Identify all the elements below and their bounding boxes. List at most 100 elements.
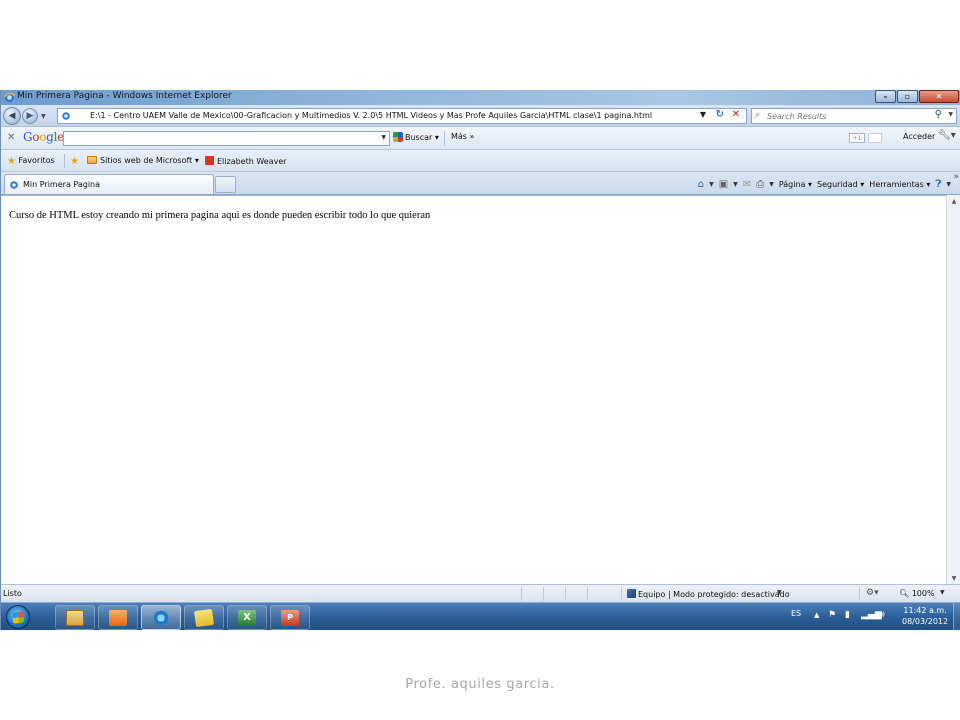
excel-icon: X xyxy=(238,609,256,626)
help-icon[interactable]: ❓︎ xyxy=(935,179,941,190)
language-indicator[interactable]: ES xyxy=(791,609,801,618)
scroll-down-icon[interactable]: ▼ xyxy=(949,575,959,582)
command-bar: ⌂ ▼ ▣ ▼ ✉ ⎙ ▼ Página ▾ Seguridad ▾ Herramie… xyxy=(697,178,951,190)
star-icon: ★ xyxy=(7,156,16,167)
divider xyxy=(587,587,588,601)
buscar-button[interactable]: Buscar ▾ xyxy=(393,132,439,142)
history-dropdown-icon[interactable]: ▼ xyxy=(41,113,46,120)
search-input[interactable] xyxy=(767,110,927,122)
page-content: Curso de HTML estoy creando mi primera p… xyxy=(1,195,947,584)
google-search-input[interactable]: ▼ xyxy=(63,131,390,146)
address-bar[interactable]: E:\1 - Centro UAEM Valle de Mexico\00-Gr… xyxy=(57,108,747,124)
security-icon[interactable]: ⚙▾ xyxy=(866,588,879,598)
divider xyxy=(859,587,860,601)
close-button[interactable]: ✕ xyxy=(919,90,959,103)
tab-row: Min Primera Pagina ⌂ ▼ ▣ ▼ ✉ ⎙ ▼ Página ▾ S… xyxy=(1,172,960,195)
slide: Min Primera Pagina - Windows Internet Ex… xyxy=(0,0,960,720)
scroll-up-icon[interactable]: ▲ xyxy=(949,198,959,205)
system-tray: ES ▲ ⚑ ▮ ▂▄▆ 🔊︎ 11:42 a.m. 08/03/2012 xyxy=(781,603,960,630)
taskbar-powerpoint[interactable]: P xyxy=(270,605,310,630)
windows-explorer-icon xyxy=(66,609,84,626)
zone-dropdown-icon[interactable]: ▼ xyxy=(777,589,782,596)
favorites-button[interactable]: ★ Favoritos xyxy=(7,156,55,167)
divider xyxy=(621,587,622,601)
favorite-link-elizabeth-weaver[interactable]: Elizabeth Weaver xyxy=(205,156,287,166)
forward-button[interactable]: ▶ xyxy=(22,108,38,124)
screenshot: Min Primera Pagina - Windows Internet Ex… xyxy=(0,90,960,630)
divider xyxy=(521,587,522,601)
search-icon[interactable]: ⚲ xyxy=(935,109,942,120)
page-ie-icon xyxy=(62,112,70,120)
status-text: Listo xyxy=(3,589,22,598)
mail-icon[interactable]: ✉ xyxy=(743,179,751,190)
url-text[interactable]: E:\1 - Centro UAEM Valle de Mexico\00-Gr… xyxy=(90,111,652,120)
taskbar-internet-explorer[interactable] xyxy=(141,605,181,630)
power-icon[interactable]: ▮ xyxy=(845,610,850,620)
chevron-down-icon[interactable]: ▼ xyxy=(381,134,386,141)
zoom-dropdown-icon[interactable]: ▼ xyxy=(940,589,945,596)
more-commands-icon[interactable]: » xyxy=(953,172,959,182)
sticky-notes-icon xyxy=(193,608,215,627)
search-box[interactable]: ⌕ ⚲ ▼ xyxy=(751,108,957,124)
back-button[interactable]: ◀ xyxy=(3,107,21,125)
divider xyxy=(64,154,65,168)
media-player-icon xyxy=(109,609,127,626)
zoom-level[interactable]: 🔍︎ 100% xyxy=(899,589,935,598)
favorites-bar: ★ Favoritos ★ Sitios web de Microsoft ▾ … xyxy=(1,150,960,172)
maximize-button[interactable]: ▫ xyxy=(897,90,918,103)
close-toolbar-icon[interactable]: ✕ xyxy=(7,132,15,143)
search-provider-icon: ⌕ xyxy=(755,110,761,120)
taskbar-explorer[interactable] xyxy=(55,605,95,630)
start-button[interactable] xyxy=(6,605,30,629)
page-body-text: Curso de HTML estoy creando mi primera p… xyxy=(9,210,431,221)
page-ie-icon xyxy=(10,181,18,189)
feeds-icon[interactable]: ▣ xyxy=(719,179,728,190)
vertical-scrollbar[interactable]: ▲ ▼ xyxy=(946,195,960,584)
wrench-icon[interactable]: 🔧︎▾ xyxy=(938,130,956,141)
mas-button[interactable]: Más » xyxy=(451,132,474,141)
internet-explorer-icon xyxy=(4,92,15,103)
taskbar-sticky-notes[interactable] xyxy=(184,605,224,630)
stop-icon[interactable]: ✕ xyxy=(732,109,740,120)
address-dropdown-icon[interactable]: ▼ xyxy=(700,110,706,119)
volume-icon[interactable]: 🔊︎ xyxy=(879,610,885,620)
clock[interactable]: 11:42 a.m. 08/03/2012 xyxy=(902,605,948,627)
minimize-button[interactable]: – xyxy=(875,90,896,103)
acceder-button[interactable]: Acceder xyxy=(903,132,935,141)
seguridad-menu[interactable]: Seguridad ▾ xyxy=(817,180,864,189)
taskbar: X P ES ▲ ⚑ ▮ ▂▄▆ 🔊︎ 11:42 a.m. 08/03/2012 xyxy=(1,602,960,630)
new-tab-button[interactable] xyxy=(215,176,236,193)
window-title: Min Primera Pagina - Windows Internet Ex… xyxy=(17,91,232,101)
google-logo[interactable]: Google xyxy=(23,130,64,144)
share-button[interactable] xyxy=(868,133,882,143)
slide-caption: Profe. aquiles garcia. xyxy=(405,677,555,692)
home-icon[interactable]: ⌂ xyxy=(698,179,704,190)
refresh-icon[interactable]: ↻ xyxy=(716,109,724,120)
divider xyxy=(543,587,544,601)
plus-one-button[interactable]: +1 xyxy=(849,133,865,143)
pagina-menu[interactable]: Página ▾ xyxy=(779,180,812,189)
google-icon xyxy=(393,132,403,142)
show-desktop-button[interactable] xyxy=(953,603,960,630)
title-bar[interactable]: Min Primera Pagina - Windows Internet Ex… xyxy=(1,90,960,105)
herramientas-menu[interactable]: Herramientas ▾ xyxy=(869,180,930,189)
window-controls: – ▫ ✕ xyxy=(874,90,959,104)
status-bar: Listo Equipo | Modo protegido: desactiva… xyxy=(1,584,960,602)
security-zone[interactable]: Equipo | Modo protegido: desactivado xyxy=(627,589,790,599)
taskbar-excel[interactable]: X xyxy=(227,605,267,630)
favorite-link-microsoft[interactable]: Sitios web de Microsoft ▾ xyxy=(87,156,199,165)
tab-min-primera-pagina[interactable]: Min Primera Pagina xyxy=(4,174,214,194)
tab-label: Min Primera Pagina xyxy=(23,180,101,189)
show-hidden-icons-icon[interactable]: ▲ xyxy=(814,611,819,619)
taskbar-media-player[interactable] xyxy=(98,605,138,630)
divider xyxy=(444,131,445,146)
folder-icon xyxy=(87,156,97,164)
windows-icon xyxy=(13,611,24,624)
google-toolbar: ✕ Google ▼ Buscar ▾ Más » +1 Acceder 🔧︎▾ xyxy=(1,127,960,150)
search-options-icon[interactable]: ▼ xyxy=(948,111,953,118)
address-row: ◀ ▶ ▼ E:\1 - Centro UAEM Valle de Mexico… xyxy=(1,105,960,127)
divider xyxy=(565,587,566,601)
print-icon[interactable]: ⎙ xyxy=(756,179,764,190)
action-center-flag-icon[interactable]: ⚑ xyxy=(828,610,836,620)
add-favorite-icon[interactable]: ★ xyxy=(70,156,79,167)
